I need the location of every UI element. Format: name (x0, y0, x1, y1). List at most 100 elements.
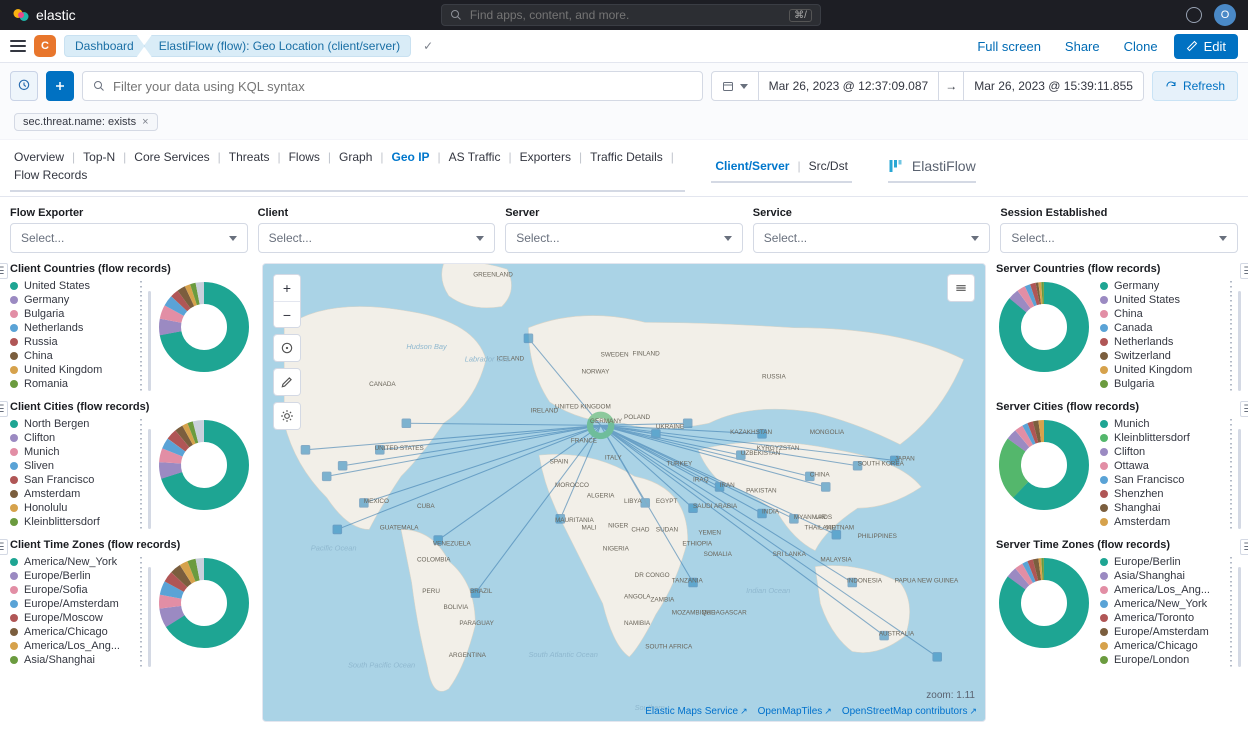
tab-geo-ip[interactable]: Geo IP (388, 148, 434, 166)
legend-item[interactable]: America/Chicago⋮ (1100, 639, 1238, 653)
legend-toggle-icon[interactable]: ☰ (1240, 401, 1248, 417)
layers-toggle[interactable] (947, 274, 975, 302)
more-icon[interactable]: ⋮ (1224, 599, 1238, 609)
more-icon[interactable]: ⋮ (1224, 433, 1238, 443)
legend-item[interactable]: China⋮ (1100, 307, 1238, 321)
date-to[interactable]: Mar 26, 2023 @ 15:39:11.855 (964, 71, 1144, 101)
nav-toggle[interactable] (10, 40, 26, 52)
more-icon[interactable]: ⋮ (1224, 337, 1238, 347)
more-icon[interactable]: ⋮ (134, 489, 148, 499)
more-icon[interactable]: ⋮ (134, 627, 148, 637)
geo-map-panel[interactable]: GREENLANDICELANDNORWAYSWEDENFINLANDUNITE… (262, 263, 986, 722)
more-icon[interactable]: ⋮ (1224, 323, 1238, 333)
legend-item[interactable]: Munich⋮ (10, 445, 148, 459)
more-icon[interactable]: ⋮ (1224, 281, 1238, 291)
tab-client-server[interactable]: Client/Server (711, 157, 793, 175)
legend-item[interactable]: Germany⋮ (10, 293, 148, 307)
legend-item[interactable]: Kleinblittersdorf⋮ (10, 515, 148, 529)
tab-as-traffic[interactable]: AS Traffic (445, 148, 505, 166)
legend-item[interactable]: Switzerland⋮ (1100, 349, 1238, 363)
share-link[interactable]: Share (1057, 35, 1108, 58)
legend-item[interactable]: America/Los_Ang...⋮ (1100, 583, 1238, 597)
legend-item[interactable]: Europe/Moscow⋮ (10, 611, 148, 625)
more-icon[interactable]: ⋮ (1224, 641, 1238, 651)
legend-item[interactable]: United States⋮ (1100, 293, 1238, 307)
legend-item[interactable]: Shanghai⋮ (1100, 501, 1238, 515)
tab-flows[interactable]: Flows (285, 148, 324, 166)
legend-item[interactable]: Clifton⋮ (1100, 445, 1238, 459)
donut-chart[interactable] (996, 555, 1092, 651)
legend-item[interactable]: America/New_York⋮ (10, 555, 148, 569)
more-icon[interactable]: ⋮ (134, 447, 148, 457)
more-icon[interactable]: ⋮ (1224, 295, 1238, 305)
filter-select[interactable]: Select... (753, 223, 991, 253)
kql-input[interactable] (113, 79, 692, 94)
legend-item[interactable]: Netherlands⋮ (10, 321, 148, 335)
legend-item[interactable]: Russia⋮ (10, 335, 148, 349)
more-icon[interactable]: ⋮ (134, 419, 148, 429)
legend-item[interactable]: San Francisco⋮ (10, 473, 148, 487)
more-icon[interactable]: ⋮ (134, 517, 148, 527)
global-search-input[interactable] (470, 8, 781, 22)
more-icon[interactable]: ⋮ (1224, 585, 1238, 595)
more-icon[interactable]: ⋮ (1224, 557, 1238, 567)
tab-traffic-details[interactable]: Traffic Details (586, 148, 667, 166)
more-icon[interactable]: ⋮ (134, 599, 148, 609)
legend-item[interactable]: Asia/Shanghai⋮ (1100, 569, 1238, 583)
more-icon[interactable]: ⋮ (1224, 655, 1238, 665)
more-icon[interactable]: ⋮ (134, 571, 148, 581)
more-icon[interactable]: ⋮ (1224, 517, 1238, 527)
more-icon[interactable]: ⋮ (1224, 627, 1238, 637)
tab-top-n[interactable]: Top-N (79, 148, 119, 166)
legend-item[interactable]: Bulgaria⋮ (1100, 377, 1238, 391)
help-icon[interactable] (1186, 7, 1202, 23)
edit-button[interactable]: Edit (1174, 34, 1238, 59)
legend-item[interactable]: Amsterdam⋮ (1100, 515, 1238, 529)
legend-item[interactable]: Europe/London⋮ (1100, 653, 1238, 667)
more-icon[interactable]: ⋮ (134, 503, 148, 513)
tab-graph[interactable]: Graph (335, 148, 376, 166)
elastic-logo[interactable]: elastic (12, 6, 76, 24)
attribution-link[interactable]: OpenMapTiles ↗ (758, 706, 832, 717)
legend-toggle-icon[interactable]: ☰ (1240, 539, 1248, 555)
world-map[interactable]: GREENLANDICELANDNORWAYSWEDENFINLANDUNITE… (263, 264, 985, 721)
more-icon[interactable]: ⋮ (134, 613, 148, 623)
legend-item[interactable]: Romania⋮ (10, 377, 148, 391)
legend-item[interactable]: Sliven⋮ (10, 459, 148, 473)
legend-toggle-icon[interactable]: ☰ (0, 263, 8, 279)
query-filter-button[interactable] (10, 71, 38, 101)
user-avatar[interactable]: O (1214, 4, 1236, 26)
fullscreen-link[interactable]: Full screen (969, 35, 1049, 58)
zoom-in-button[interactable]: + (274, 275, 300, 301)
more-icon[interactable]: ⋮ (1224, 489, 1238, 499)
legend-item[interactable]: Germany⋮ (1100, 279, 1238, 293)
legend-item[interactable]: Asia/Shanghai⋮ (10, 653, 148, 667)
breadcrumb-current[interactable]: ElastiFlow (flow): Geo Location (client/… (144, 35, 411, 57)
global-search[interactable]: ⌘/ (441, 4, 821, 26)
more-icon[interactable]: ⋮ (134, 557, 148, 567)
remove-filter-icon[interactable]: × (142, 116, 148, 128)
more-icon[interactable]: ⋮ (1224, 365, 1238, 375)
more-icon[interactable]: ⋮ (134, 641, 148, 651)
more-icon[interactable]: ⋮ (1224, 461, 1238, 471)
more-icon[interactable]: ⋮ (1224, 419, 1238, 429)
more-icon[interactable]: ⋮ (134, 461, 148, 471)
breadcrumb-root[interactable]: Dashboard (64, 35, 145, 57)
more-icon[interactable]: ⋮ (1224, 447, 1238, 457)
legend-item[interactable]: United States⋮ (10, 279, 148, 293)
map-settings-button[interactable] (274, 403, 300, 429)
legend-item[interactable]: Europe/Berlin⋮ (1100, 555, 1238, 569)
legend-toggle-icon[interactable]: ☰ (0, 401, 8, 417)
date-menu-button[interactable] (711, 71, 759, 101)
more-icon[interactable]: ⋮ (134, 379, 148, 389)
more-icon[interactable]: ⋮ (1224, 309, 1238, 319)
legend-item[interactable]: Netherlands⋮ (1100, 335, 1238, 349)
legend-item[interactable]: Europe/Berlin⋮ (10, 569, 148, 583)
fit-bounds-button[interactable] (274, 335, 300, 361)
more-icon[interactable]: ⋮ (134, 585, 148, 595)
legend-item[interactable]: Shenzhen⋮ (1100, 487, 1238, 501)
tab-threats[interactable]: Threats (225, 148, 274, 166)
donut-chart[interactable] (996, 279, 1092, 375)
attribution-link[interactable]: Elastic Maps Service ↗ (645, 706, 747, 717)
more-icon[interactable]: ⋮ (1224, 571, 1238, 581)
